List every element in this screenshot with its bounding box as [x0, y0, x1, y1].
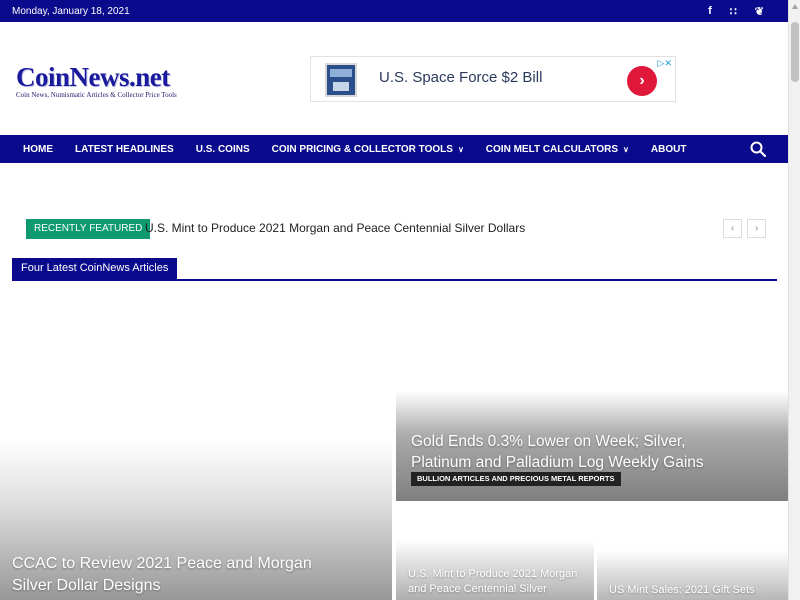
site-header: CoinNews.net Coin News, Numismatic Artic…	[0, 22, 788, 135]
block-title-label: Four Latest CoinNews Articles	[12, 258, 178, 279]
nav-item-about[interactable]: ABOUT	[640, 144, 698, 155]
facebook-icon[interactable]: f	[708, 5, 712, 17]
page-scrollbar[interactable]	[788, 0, 800, 600]
category-badge[interactable]: BULLION ARTICLES AND PRECIOUS METAL REPO…	[411, 472, 621, 486]
logo-name[interactable]: CoinNews.net	[16, 62, 177, 93]
social-links: f ∷ ❦	[708, 5, 776, 18]
ad-go-button[interactable]: ›	[627, 66, 657, 96]
adchoices-icon[interactable]: ▷✕	[658, 58, 672, 69]
article-card-small[interactable]: U.S. Mint to Produce 2021 Morgan and Pea…	[396, 504, 594, 600]
news-ticker: RECENTLY FEATURED U.S. Mint to Produce 2…	[26, 219, 766, 239]
ticker-controls: ‹ ›	[723, 219, 766, 238]
top-bar: Monday, January 18, 2021 f ∷ ❦	[0, 0, 788, 22]
nav-item-label: LATEST HEADLINES	[75, 143, 174, 155]
search-icon[interactable]	[750, 141, 767, 158]
rss-icon[interactable]: ∷	[730, 5, 737, 18]
nav-item-coin-melt-calculators[interactable]: COIN MELT CALCULATORS ∨	[475, 144, 640, 155]
scrollbar-thumb[interactable]	[791, 22, 799, 82]
article-title[interactable]: Gold Ends 0.3% Lower on Week; Silver, Pl…	[411, 431, 731, 473]
page: Monday, January 18, 2021 f ∷ ❦ CoinNews.…	[0, 0, 788, 600]
nav-item-label: ABOUT	[650, 143, 687, 155]
block-title: Four Latest CoinNews Articles	[12, 258, 777, 281]
ticker-headline[interactable]: U.S. Mint to Produce 2021 Morgan and Pea…	[145, 221, 525, 235]
nav-item-us-coins[interactable]: U.S. COINS	[185, 144, 261, 155]
article-title[interactable]: US Mint Sales: 2021 Gift Sets	[609, 583, 779, 598]
article-title[interactable]: U.S. Mint to Produce 2021 Morgan and Pea…	[408, 567, 588, 597]
article-card-secondary[interactable]: Gold Ends 0.3% Lower on Week; Silver, Pl…	[396, 299, 788, 501]
banner-ad[interactable]: U.S. Space Force $2 Bill › ▷✕	[310, 56, 676, 102]
main-nav: HOME LATEST HEADLINES U.S. COINS COIN PR…	[0, 135, 788, 163]
nav-item-home[interactable]: HOME	[12, 144, 64, 155]
logo-tagline: Coin News, Numismatic Articles & Collect…	[16, 91, 177, 99]
twitter-icon[interactable]: ❦	[755, 5, 764, 18]
nav-item-latest-headlines[interactable]: LATEST HEADLINES	[64, 144, 185, 155]
nav-item-label: COIN PRICING & COLLECTOR TOOLS	[271, 143, 453, 155]
nav-item-label: COIN MELT CALCULATORS	[485, 143, 619, 155]
article-card-main[interactable]: CCAC to Review 2021 Peace and Morgan Sil…	[0, 299, 392, 600]
chevron-down-icon: ∨	[457, 144, 464, 154]
nav-item-label: U.S. COINS	[195, 143, 250, 155]
nav-item-coin-pricing[interactable]: COIN PRICING & COLLECTOR TOOLS ∨	[261, 144, 475, 155]
chevron-down-icon: ∨	[623, 144, 629, 154]
current-date: Monday, January 18, 2021	[12, 5, 130, 17]
article-card-small[interactable]: US Mint Sales: 2021 Gift Sets	[597, 504, 788, 600]
nav-item-label: HOME	[23, 143, 53, 155]
ad-thumbnail[interactable]	[325, 63, 357, 97]
article-title[interactable]: CCAC to Review 2021 Peace and Morgan Sil…	[12, 553, 342, 597]
ticker-prev-button[interactable]: ‹	[723, 219, 742, 238]
site-logo[interactable]: CoinNews.net Coin News, Numismatic Artic…	[16, 62, 177, 99]
ad-text[interactable]: U.S. Space Force $2 Bill	[379, 69, 542, 86]
recently-featured-badge: RECENTLY FEATURED	[26, 219, 151, 239]
scroll-up-arrow[interactable]	[792, 4, 798, 9]
ticker-next-button[interactable]: ›	[747, 219, 766, 238]
